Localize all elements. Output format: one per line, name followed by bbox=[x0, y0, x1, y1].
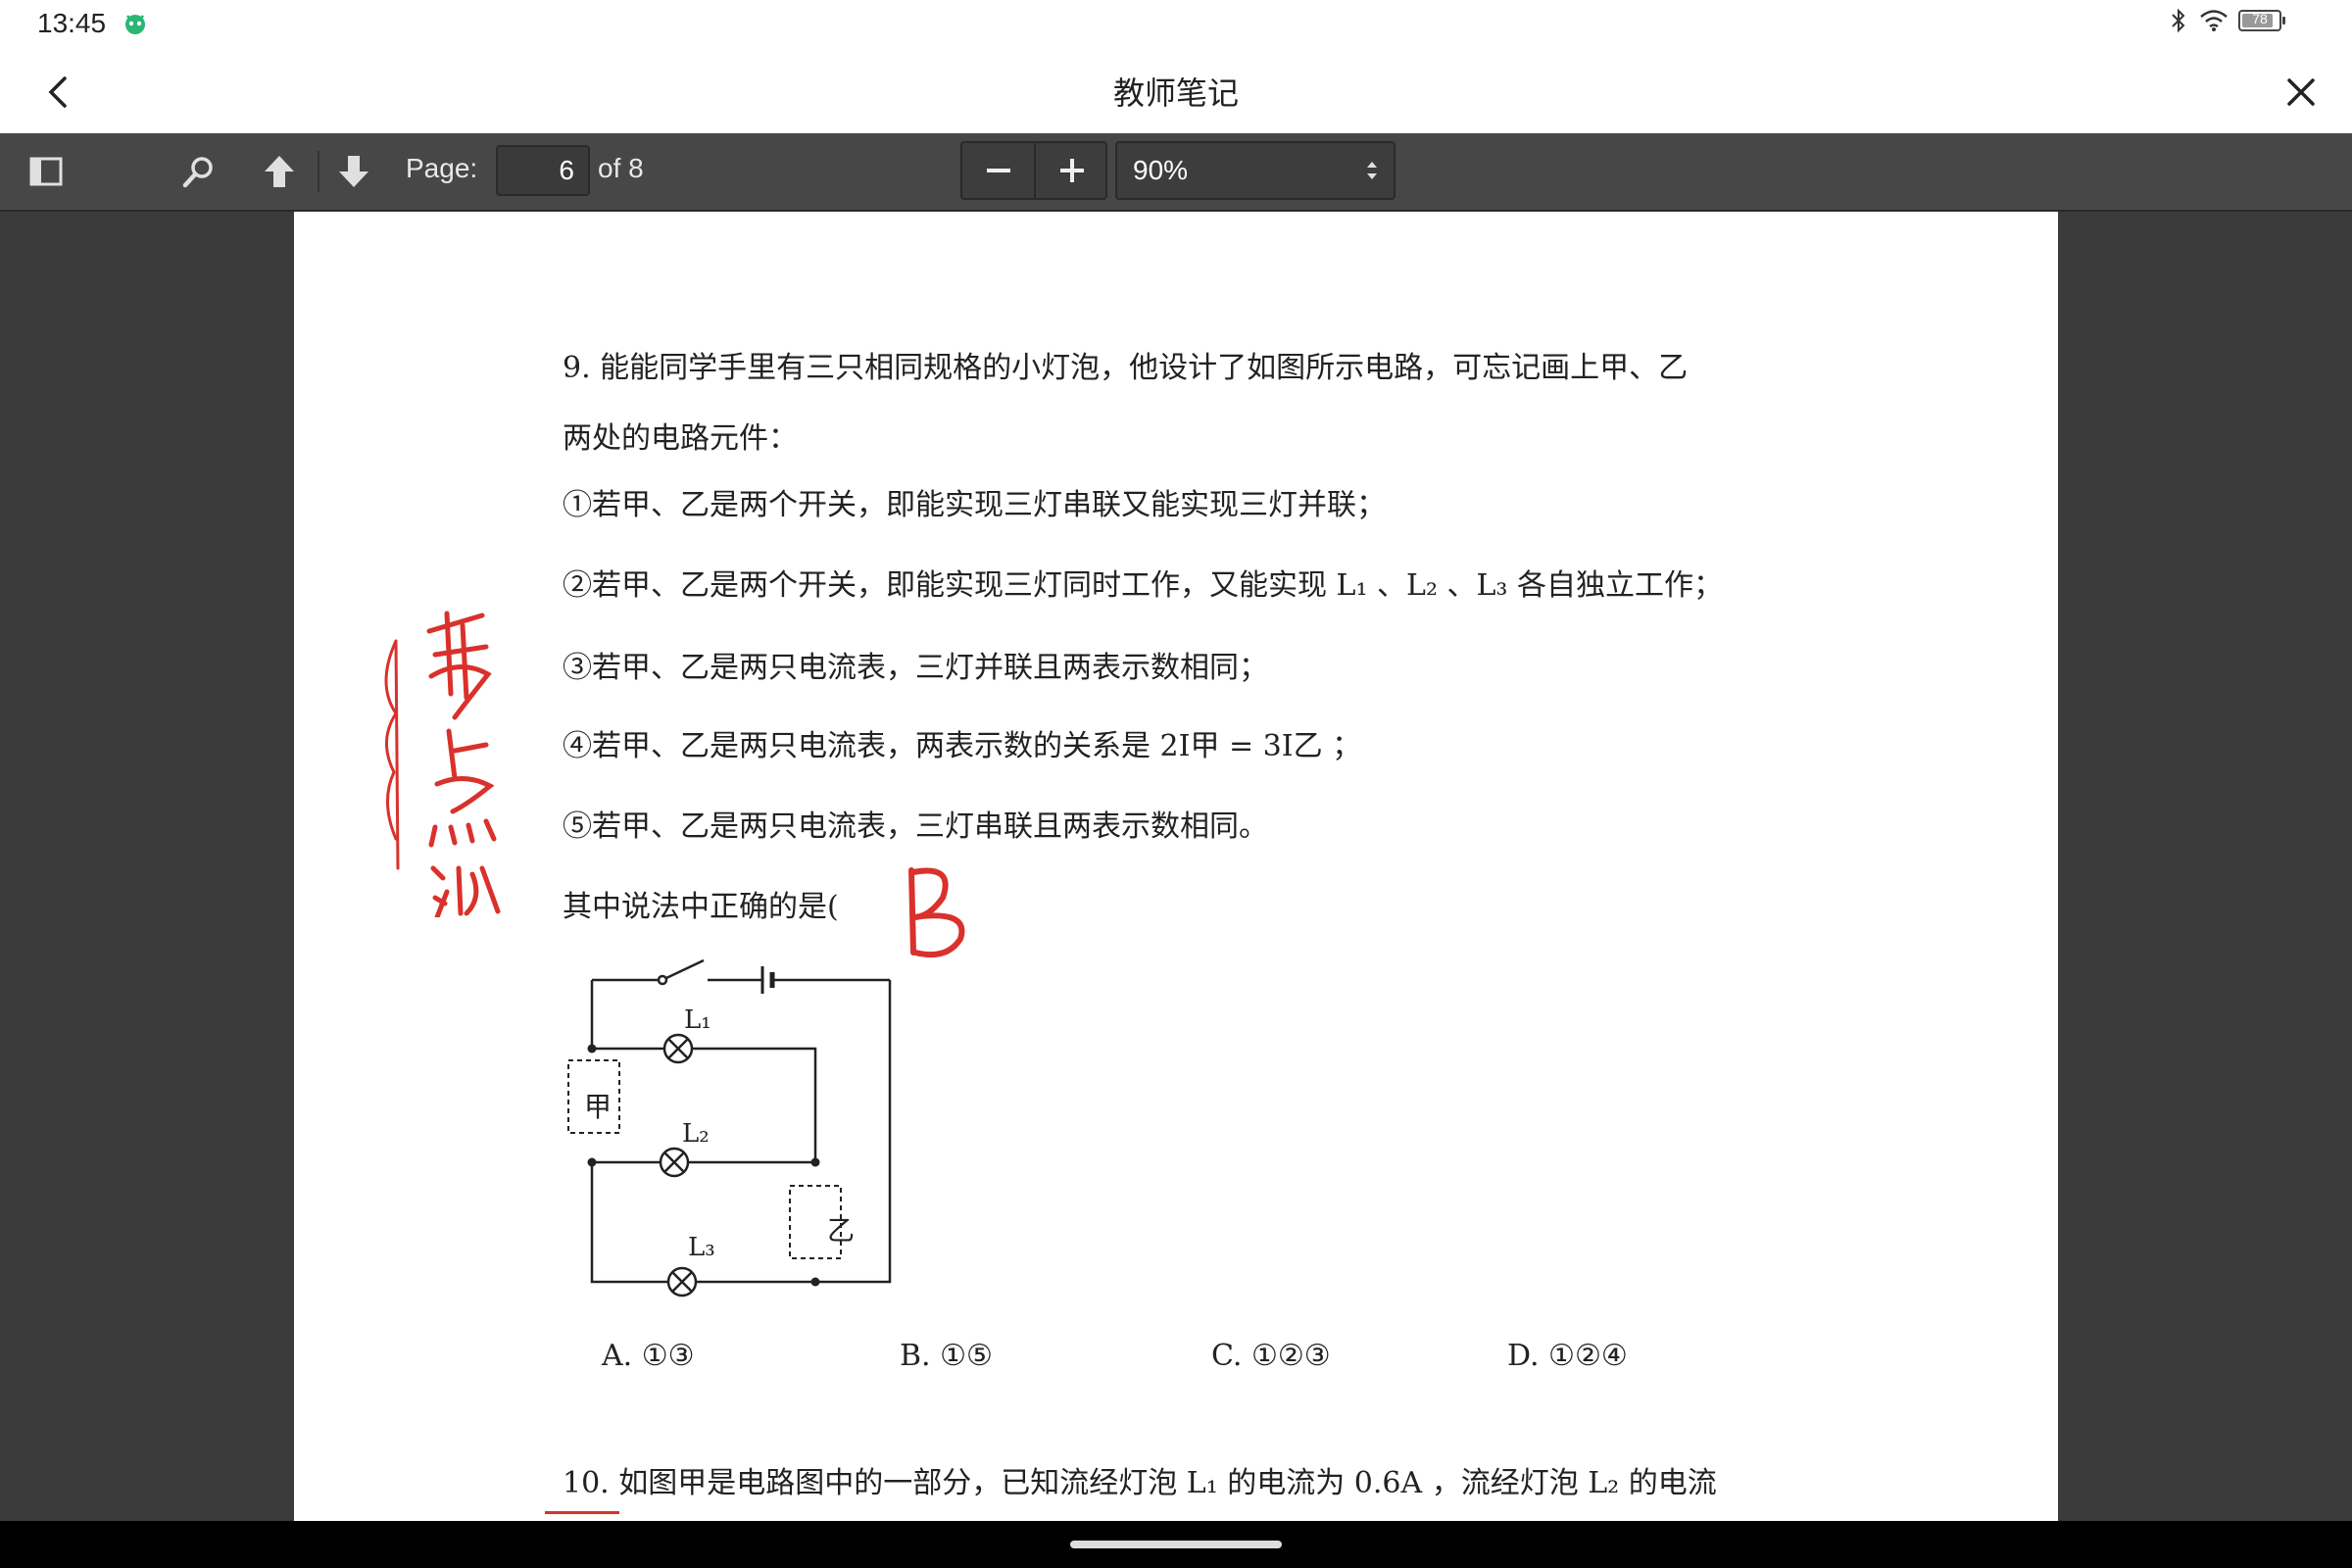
circuit-label-yi: 乙 bbox=[827, 1214, 856, 1247]
close-icon bbox=[2287, 78, 2315, 106]
circuit-label-l3: L₃ bbox=[688, 1233, 715, 1262]
option-b: B. ①⑤ bbox=[900, 1339, 993, 1373]
option-a: A. ①③ bbox=[602, 1339, 695, 1373]
page-label: Page: bbox=[406, 153, 478, 183]
zoom-level-select[interactable]: 90% bbox=[1115, 141, 1396, 200]
arrow-up-icon bbox=[265, 156, 294, 187]
lamp-l3-icon bbox=[666, 1266, 698, 1298]
circuit-label-l2: L₂ bbox=[682, 1119, 710, 1149]
search-icon bbox=[182, 157, 213, 188]
title-bar: 教师笔记 bbox=[0, 51, 2352, 133]
toolbar-separator bbox=[318, 151, 319, 192]
circuit-label-l1: L₁ bbox=[684, 1005, 711, 1035]
option-d: D. ①②④ bbox=[1507, 1339, 1628, 1373]
battery-icon: 78 bbox=[2238, 10, 2285, 31]
system-nav-bar bbox=[0, 1521, 2352, 1568]
q10-stem-line1: 10. 如图甲是电路图中的一部分，已知流经灯泡 L₁ 的电流为 0.6A ，流经… bbox=[563, 1466, 1717, 1500]
handwritten-answer-mark bbox=[908, 867, 965, 958]
q9-stem-line2: 两处的电路元件： bbox=[563, 421, 798, 456]
search-button[interactable] bbox=[172, 145, 225, 198]
q9-statement-3: ③若甲、乙是两只电流表，三灯并联且两表示数相同； bbox=[563, 651, 1268, 685]
document-viewer[interactable]: 9. 能能同学手里有三只相同规格的小灯泡，他设计了如图所示电路，可忘记画上甲、乙… bbox=[0, 212, 2352, 1521]
q9-statement-5: ⑤若甲、乙是两只电流表，三灯串联且两表示数相同。 bbox=[563, 809, 1268, 844]
zoom-level-value: 90% bbox=[1133, 155, 1189, 185]
minus-icon bbox=[986, 169, 1010, 172]
lamp-l1-icon bbox=[662, 1033, 694, 1064]
q9-prompt: 其中说法中正确的是( bbox=[563, 890, 839, 924]
q9-statement-4: ④若甲、乙是两只电流表，两表示数的关系是 2I甲 = 3I乙 ； bbox=[563, 729, 1362, 763]
page-number-input[interactable]: 6 bbox=[496, 145, 590, 196]
zoom-controls bbox=[960, 141, 1107, 200]
zoom-out-button[interactable] bbox=[962, 143, 1034, 198]
bluetooth-icon bbox=[2172, 8, 2185, 33]
circuit-label-jia: 甲 bbox=[584, 1091, 612, 1123]
zoom-in-button[interactable] bbox=[1036, 143, 1107, 198]
pdf-toolbar: Page: 6 of 8 90% bbox=[0, 133, 2352, 212]
status-bar: 13:45 78 bbox=[0, 0, 2352, 51]
page-count: of 8 bbox=[598, 153, 644, 183]
status-time: 13:45 bbox=[37, 8, 107, 38]
arrow-down-icon bbox=[339, 156, 368, 187]
home-gesture-handle[interactable] bbox=[1070, 1541, 1282, 1548]
wifi-icon bbox=[2200, 10, 2228, 31]
circuit-diagram bbox=[567, 958, 892, 1298]
option-c: C. ①②③ bbox=[1211, 1339, 1331, 1373]
q9-statement-2: ②若甲、乙是两个开关，即能实现三灯同时工作，又能实现 L₁ 、L₂ 、L₃ 各自… bbox=[563, 568, 1723, 603]
select-caret-icon bbox=[1367, 162, 1377, 179]
close-button[interactable] bbox=[2278, 69, 2325, 116]
sidebar-icon bbox=[29, 157, 63, 186]
handwritten-underline bbox=[545, 1511, 619, 1514]
previous-page-button[interactable] bbox=[253, 145, 306, 198]
pdf-page: 9. 能能同学手里有三只相同规格的小灯泡，他设计了如图所示电路，可忘记画上甲、乙… bbox=[294, 212, 2058, 1521]
next-page-button[interactable] bbox=[327, 145, 380, 198]
q9-stem-line1: 9. 能能同学手里有三只相同规格的小灯泡，他设计了如图所示电路，可忘记画上甲、乙 bbox=[563, 351, 1689, 385]
status-icons: 78 bbox=[2168, 8, 2285, 33]
q9-statement-1: ①若甲、乙是两个开关，即能实现三灯串联又能实现三灯并联； bbox=[563, 488, 1386, 522]
page-title: 教师笔记 bbox=[1112, 74, 1239, 112]
plus-icon bbox=[1059, 159, 1084, 182]
app-notification-icon bbox=[125, 15, 145, 34]
battery-level: 78 bbox=[2252, 11, 2268, 26]
sidebar-toggle-button[interactable] bbox=[20, 145, 73, 198]
handwriting-annotation-left bbox=[384, 611, 501, 917]
lamp-l2-icon bbox=[659, 1147, 690, 1178]
